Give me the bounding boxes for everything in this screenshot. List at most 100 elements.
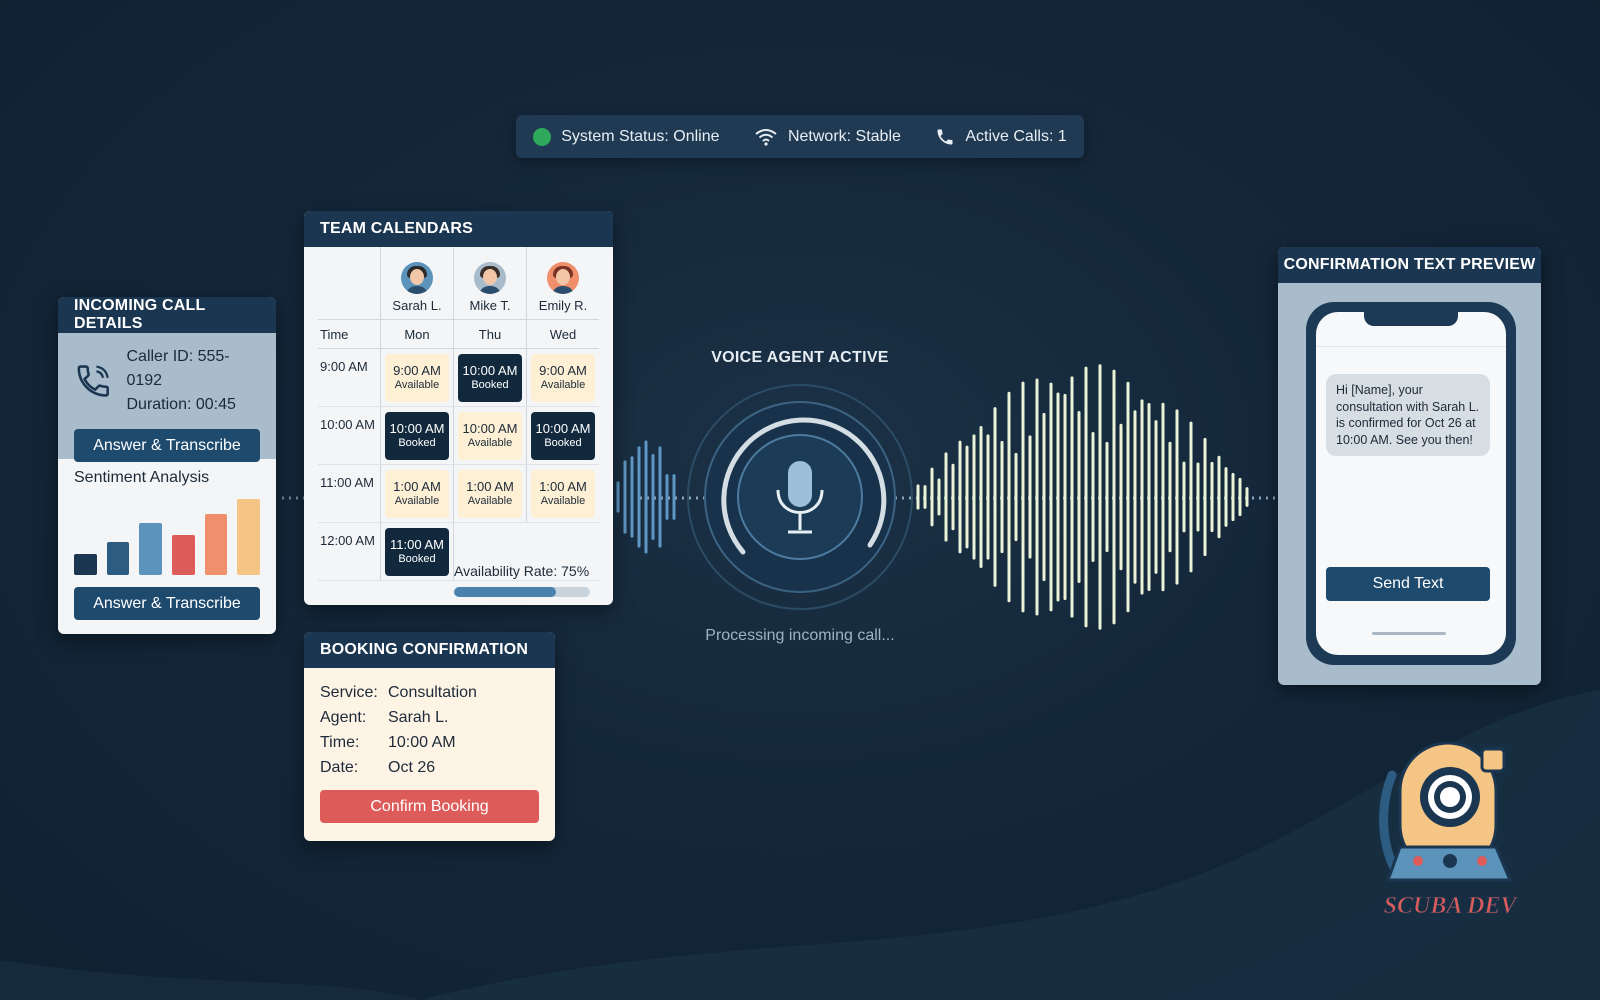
available-slot[interactable]: 9:00 AM Available: [531, 353, 595, 402]
availability-progress-fill: [454, 587, 556, 597]
logo-text: SCUBA DEV: [1384, 893, 1519, 919]
booking-field: Service: Consultation: [320, 680, 539, 705]
confirmation-preview-title: CONFIRMATION TEXT PREVIEW: [1278, 247, 1541, 283]
incoming-call-title: INCOMING CALL DETAILS: [58, 297, 276, 333]
sentiment-title: Sentiment Analysis: [74, 469, 210, 486]
calendar-cell: 1:00 AM Available: [526, 465, 599, 522]
audio-waveform-left: [616, 440, 676, 554]
send-text-button[interactable]: Send Text: [1326, 567, 1490, 601]
calendar-cell: 10:00 AM Available: [453, 407, 526, 464]
sentiment-bar: [74, 554, 97, 575]
available-slot[interactable]: 10:00 AM Available: [458, 411, 522, 460]
calendar-cell: 1:00 AM Available: [453, 465, 526, 522]
agent-column: Emily R.: [526, 247, 599, 319]
calendar-header-row: Time Mon Thu Wed: [318, 319, 599, 349]
slot-time: 1:00 AM: [393, 478, 441, 494]
booking-confirmation-title: BOOKING CONFIRMATION: [304, 632, 555, 668]
network-status-label: Network: Stable: [787, 127, 901, 145]
booking-field-value: Consultation: [388, 684, 477, 701]
calendar-cell: 10:00 AM Booked: [526, 407, 599, 464]
calendar-cell: 1:00 AM Available: [380, 465, 453, 522]
time-label: 10:00 AM: [320, 417, 375, 432]
slot-state: Booked: [398, 436, 436, 449]
slot-state: Booked: [544, 436, 582, 449]
sentiment-chart: [74, 495, 261, 575]
phone-icon: [937, 129, 953, 144]
caller-id: Caller ID: 555-0192: [126, 348, 230, 389]
time-label: 9:00 AM: [320, 359, 368, 374]
team-calendars-panel: TEAM CALENDARS Sarah L. Mike T. Emily R.…: [304, 211, 613, 605]
phone-screen: Hi [Name], your consultation with Sarah …: [1316, 312, 1506, 655]
agent-name: Sarah L.: [392, 298, 442, 313]
team-calendars-title: TEAM CALENDARS: [304, 211, 613, 247]
call-duration: Duration: 00:45: [126, 396, 236, 413]
booked-slot[interactable]: 10:00 AM Booked: [531, 411, 595, 460]
confirm-booking-button[interactable]: Confirm Booking: [320, 790, 539, 823]
sentiment-bar: [237, 499, 261, 575]
availability-rate: Availability Rate: 75%: [454, 563, 590, 597]
agent-column: Mike T.: [453, 247, 526, 319]
slot-state: Available: [540, 378, 586, 391]
phone-ringing-icon: [77, 365, 109, 397]
system-status: System Status: Online: [533, 127, 720, 146]
slot-time: 1:00 AM: [466, 478, 514, 494]
calendar-time-row: 9:00 AM 9:00 AM Available 10:00 AM Booked 9:0…: [318, 349, 599, 407]
calendar-cell: 10:00 AM Booked: [380, 407, 453, 464]
slot-time: 1:00 AM: [539, 478, 587, 494]
day-header: Mon: [380, 319, 453, 349]
person-avatar-icon: [547, 262, 579, 294]
booking-field-label: Service:: [320, 684, 378, 701]
slot-state: Available: [394, 494, 440, 507]
sentiment-bar: [139, 523, 163, 575]
person-avatar-icon: [474, 262, 506, 294]
active-calls-label: Active Calls: 1: [965, 127, 1067, 145]
phone-notch: [1364, 312, 1458, 326]
slot-state: Booked: [398, 552, 436, 565]
calendar-cell: 9:00 AM Available: [380, 349, 453, 406]
booked-slot[interactable]: 10:00 AM Booked: [458, 353, 522, 402]
sms-message-bubble: Hi [Name], your consultation with Sarah …: [1326, 374, 1490, 456]
answer-transcribe-button[interactable]: Answer & Transcribe: [74, 429, 260, 462]
available-slot[interactable]: 9:00 AM Available: [385, 353, 449, 402]
calendar-time-row: 10:00 AM 10:00 AM Booked 10:00 AM Available 1…: [318, 407, 599, 465]
slot-time: 10:00 AM: [462, 362, 518, 378]
slot-time: 10:00 AM: [389, 420, 445, 436]
slot-time: 9:00 AM: [393, 362, 441, 378]
slot-time: 10:00 AM: [535, 420, 591, 436]
availability-rate-label: Availability Rate: 75%: [454, 563, 590, 579]
booking-field: Agent: Sarah L.: [320, 705, 539, 730]
booking-field-label: Time:: [320, 734, 360, 751]
phone-mockup: Hi [Name], your consultation with Sarah …: [1306, 302, 1516, 665]
available-slot[interactable]: 1:00 AM Available: [385, 469, 449, 518]
available-slot[interactable]: 1:00 AM Available: [531, 469, 595, 518]
agent-name: Emily R.: [538, 298, 588, 313]
wifi-icon: [755, 128, 777, 146]
agent-avatars-row: Sarah L. Mike T. Emily R.: [318, 247, 599, 319]
sentiment-section: Sentiment Analysis Answer & Transcribe: [58, 459, 276, 630]
confirmation-preview-panel: CONFIRMATION TEXT PREVIEW Hi [Name], you…: [1278, 247, 1541, 685]
calendar-cell: 11:00 AM Booked: [380, 523, 453, 580]
person-avatar-icon: [401, 262, 433, 294]
system-status-bar: System Status: Online Network: Stable Ac…: [516, 115, 1084, 158]
day-header: Thu: [453, 319, 526, 349]
slot-state: Booked: [471, 378, 509, 391]
slot-state: Available: [540, 494, 586, 507]
answer-transcribe-button-secondary[interactable]: Answer & Transcribe: [74, 587, 260, 620]
voice-agent-title: VOICE AGENT ACTIVE: [711, 349, 889, 366]
sentiment-bar: [172, 535, 195, 575]
booking-confirmation-panel: BOOKING CONFIRMATION Service: Consultati…: [304, 632, 555, 841]
network-status: Network: Stable: [754, 128, 901, 146]
slot-time: 10:00 AM: [462, 420, 518, 436]
available-slot[interactable]: 1:00 AM Available: [458, 469, 522, 518]
booking-field-label: Date:: [320, 759, 359, 776]
calendar-cell: 10:00 AM Booked: [453, 349, 526, 406]
sentiment-bar: [106, 542, 130, 575]
time-label: 11:00 AM: [320, 475, 374, 490]
caller-info-section: Caller ID: 555-0192 Duration: 00:45 Answ…: [58, 333, 276, 462]
availability-progress-bar: [454, 587, 590, 597]
booked-slot[interactable]: 10:00 AM Booked: [385, 411, 449, 460]
calendar-time-row: 11:00 AM 1:00 AM Available 1:00 AM Available…: [318, 465, 599, 523]
day-header: Wed: [526, 319, 599, 349]
online-indicator-icon: [533, 127, 552, 146]
booked-slot[interactable]: 11:00 AM Booked: [385, 527, 449, 576]
